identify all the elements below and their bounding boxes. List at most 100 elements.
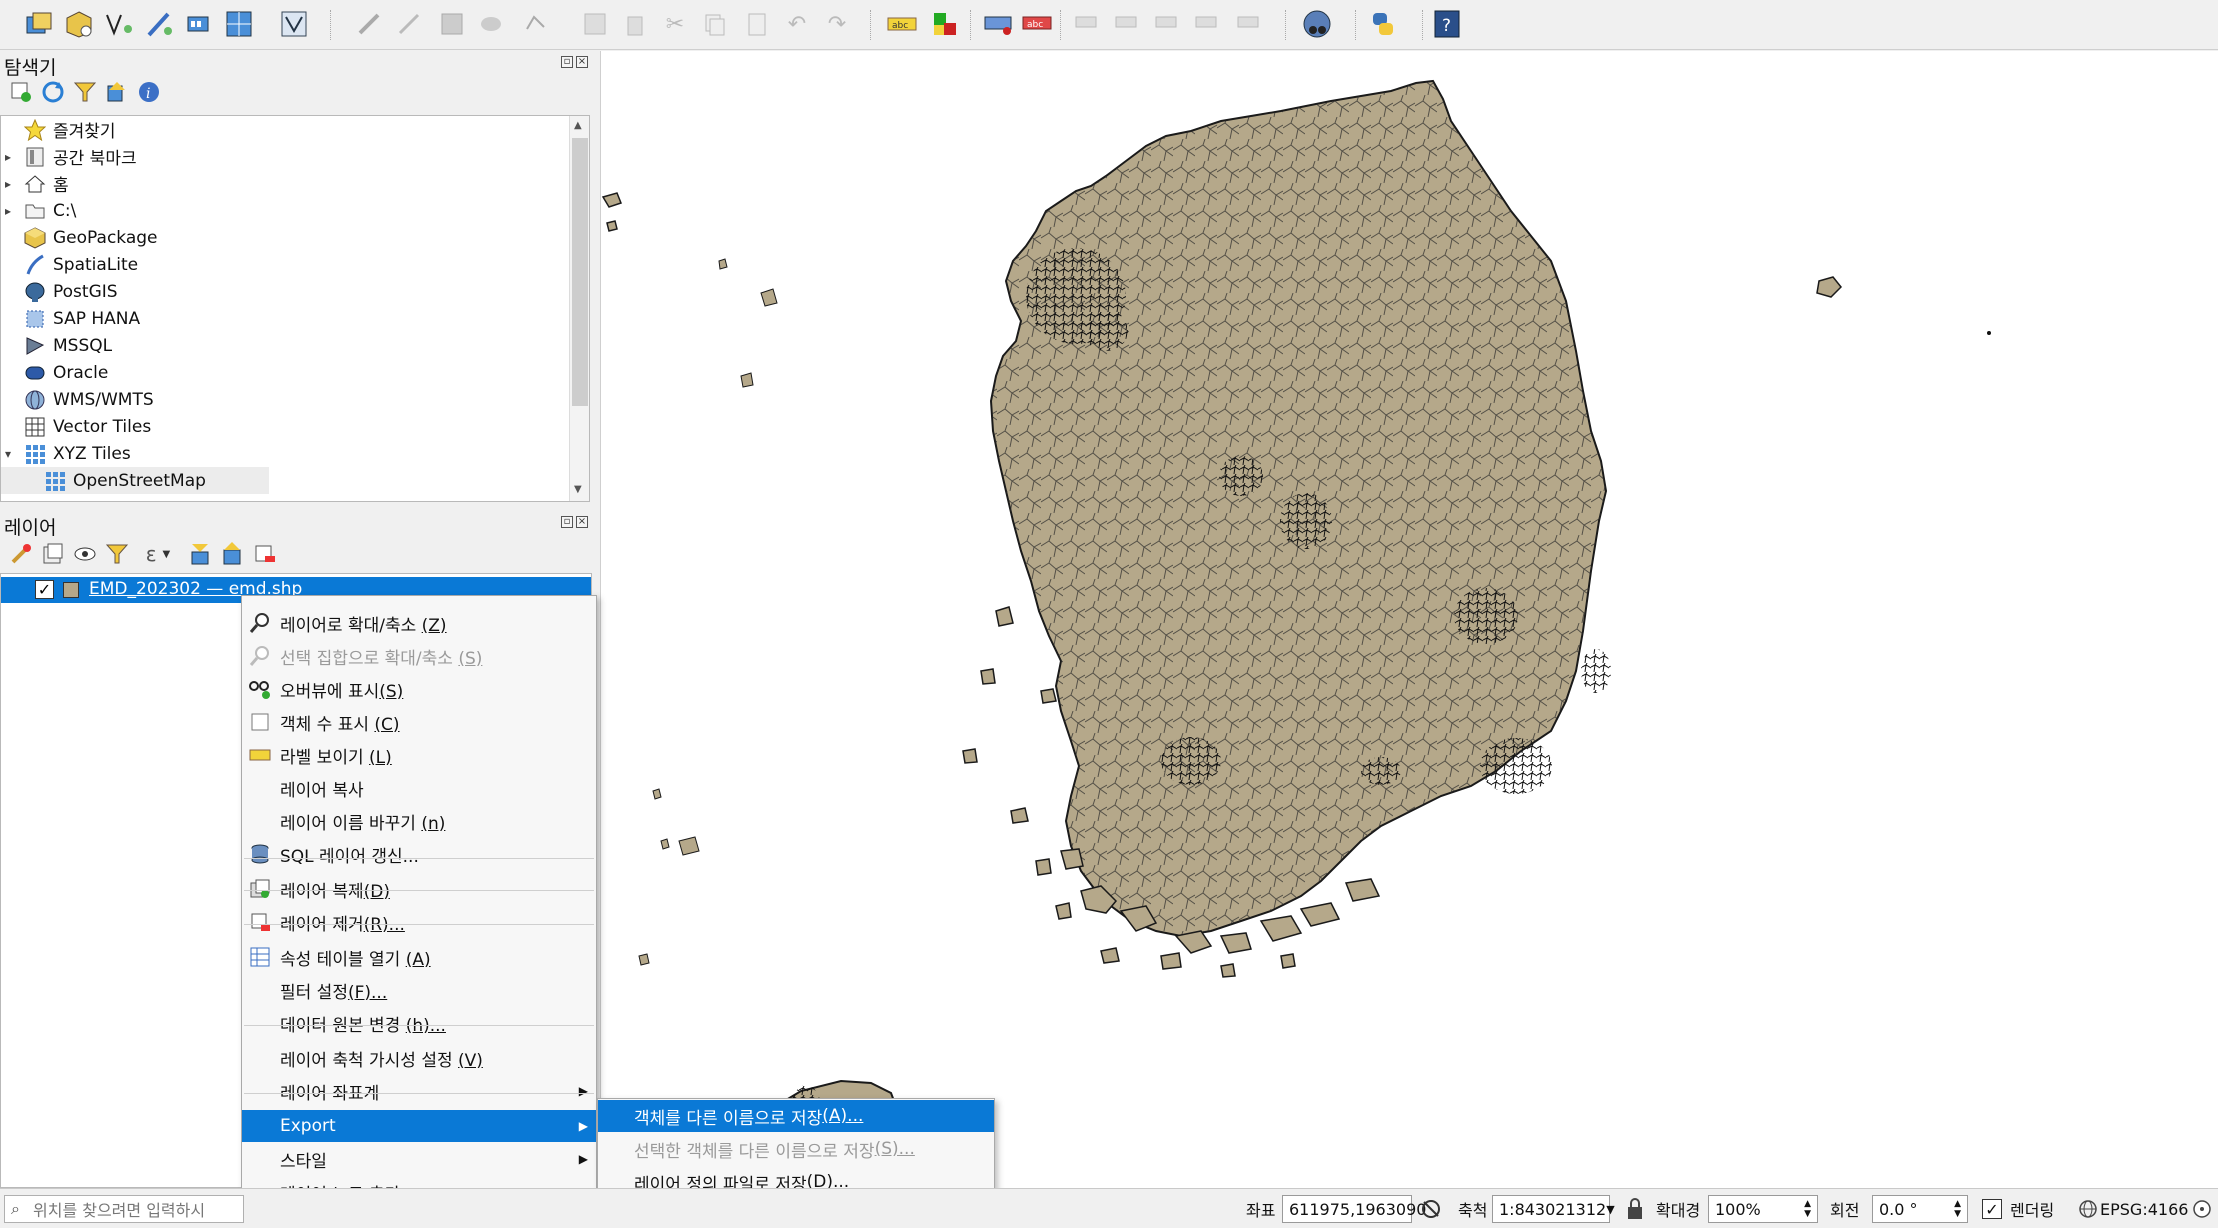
eye-icon[interactable] [1232, 7, 1266, 41]
map-canvas[interactable] [600, 51, 2218, 1188]
filter-legend-icon[interactable] [104, 541, 130, 567]
tree-item[interactable]: ▸ C:\ [1, 197, 561, 224]
tree-item[interactable]: PostGIS [1, 278, 561, 305]
tree-item[interactable]: ▾ XYZ Tiles [1, 440, 561, 467]
context-menu-item[interactable]: 레이어로 확대/축소 (Z) [242, 607, 596, 639]
toggle-extents-icon[interactable] [1420, 1195, 1446, 1223]
tree-item[interactable]: ▸ 공간 북마크 [1, 143, 561, 170]
edit-pencil-icon[interactable] [142, 7, 176, 41]
magnifier-spinbox[interactable]: 100% ▲ ▼ [1708, 1195, 1818, 1223]
change-label-icon[interactable] [1150, 7, 1184, 41]
new-layer-icon[interactable] [22, 7, 56, 41]
context-menu-item[interactable]: Export ▶ [242, 1110, 596, 1142]
crs-label[interactable]: EPSG:4166 [2100, 1195, 2188, 1223]
cut-icon[interactable]: ✂ [658, 7, 692, 41]
undo-icon[interactable]: ↶ [780, 7, 814, 41]
scrollbar[interactable]: ▲ ▼ [569, 116, 589, 501]
locator-search-input[interactable]: ⌕ 위치를 찾으려면 입력하시 [4, 1195, 244, 1223]
expander-arrow-icon[interactable]: ▾ [5, 447, 17, 461]
close-icon[interactable]: × [576, 516, 588, 528]
modify-attr-icon[interactable] [578, 7, 612, 41]
coordinate-field[interactable]: 611975,1963090 [1282, 1195, 1426, 1223]
tree-item[interactable]: SpatiaLite [1, 251, 561, 278]
spin-arrows-icon[interactable]: ▲ ▼ [1804, 1199, 1811, 1219]
context-menu-item[interactable]: 레이어 복사 [242, 772, 596, 804]
metasearch-icon[interactable] [1300, 7, 1334, 41]
context-menu-item[interactable]: 필터 설정(F)... [242, 974, 596, 1006]
scroll-thumb[interactable] [572, 138, 588, 406]
delete-icon[interactable] [618, 7, 652, 41]
tree-item[interactable]: MSSQL [1, 332, 561, 359]
scroll-up-icon[interactable]: ▲ [574, 120, 582, 131]
context-menu-item[interactable]: 속성 테이블 열기 (A) [242, 941, 596, 973]
context-menu-item[interactable]: SQL 레이어 갱신... [242, 838, 596, 870]
tree-item[interactable]: OpenStreetMap [1, 467, 269, 494]
tree-item[interactable]: ▸ 홈 [1, 170, 561, 197]
expander-arrow-icon[interactable]: ▸ [5, 177, 17, 191]
float-panel-icon[interactable]: ▫ [561, 516, 573, 528]
expand-all-icon[interactable] [188, 541, 214, 567]
spin-arrows-icon[interactable]: ▲ ▼ [1954, 1199, 1961, 1219]
add-selected-layers-icon[interactable] [8, 79, 34, 105]
temp-layer-icon[interactable] [182, 7, 216, 41]
paste-icon[interactable] [740, 7, 774, 41]
style-manager-icon[interactable] [8, 541, 34, 567]
show-hide-label-icon[interactable]: abc [1020, 7, 1054, 41]
scale-combobox[interactable]: 1:843021312 ▼ [1492, 1195, 1615, 1223]
help-icon[interactable]: ? [1430, 7, 1464, 41]
tree-item[interactable]: Vector Tiles [1, 413, 561, 440]
context-menu-item[interactable]: 선택 집합으로 확대/축소 (S) [242, 640, 596, 672]
context-menu-item[interactable]: 레이어 복제(D) [242, 873, 596, 905]
context-menu-item[interactable]: 오버뷰에 표시(S) [242, 673, 596, 705]
info-icon[interactable]: i [136, 79, 162, 105]
pencil-icon[interactable] [392, 7, 426, 41]
label-tool-icon[interactable]: abc [885, 7, 919, 41]
python-icon[interactable] [1366, 7, 1400, 41]
pin-label-icon[interactable] [982, 7, 1016, 41]
tree-item[interactable]: 즐겨찾기 [1, 116, 561, 143]
grid-layer-icon[interactable] [222, 7, 256, 41]
filter-icon[interactable] [72, 79, 98, 105]
tree-item[interactable]: WMS/WMTS [1, 386, 561, 413]
export-menu-item[interactable]: 객체를 다른 이름으로 저장 (A)... [598, 1100, 994, 1132]
tree-item[interactable]: SAP HANA [1, 305, 561, 332]
manage-visibility-icon[interactable] [72, 541, 98, 567]
expander-arrow-icon[interactable]: ▸ [5, 204, 17, 218]
diagram-icon[interactable] [928, 7, 962, 41]
scroll-down-icon[interactable]: ▼ [574, 484, 582, 495]
add-feature-icon[interactable] [475, 7, 509, 41]
context-menu-item[interactable]: 레이어 축척 가시성 설정 (V) [242, 1042, 596, 1074]
float-panel-icon[interactable]: ▫ [561, 56, 573, 68]
export-menu-item[interactable]: 선택한 객체를 다른 이름으로 저장 (S)... [598, 1133, 994, 1165]
context-menu-item[interactable]: 스타일 ▶ [242, 1143, 596, 1175]
filter-expression-icon[interactable]: ε ▼ [136, 541, 180, 567]
tree-item[interactable]: Oracle [1, 359, 561, 386]
collapse-all-icon[interactable] [104, 79, 130, 105]
layer-visibility-checkbox[interactable]: ✓ [35, 580, 54, 599]
copy-icon[interactable] [698, 7, 732, 41]
remove-layer-icon[interactable] [252, 541, 278, 567]
context-menu-item[interactable]: 레이어 이름 바꾸기 (n) [242, 805, 596, 837]
save-edits-icon[interactable] [435, 7, 469, 41]
render-checkbox[interactable]: ✓ [1982, 1199, 2002, 1219]
new-geopackage-icon[interactable] [62, 7, 96, 41]
toggle-edit-icon[interactable] [352, 7, 386, 41]
add-group-icon[interactable] [40, 541, 66, 567]
messages-icon[interactable] [2192, 1195, 2214, 1223]
vertex-tool-icon[interactable] [520, 7, 554, 41]
context-menu-item[interactable]: 레이어 좌표계 ▶ [242, 1075, 596, 1107]
digitize-icon[interactable] [102, 7, 136, 41]
context-menu-item[interactable]: 레이어 제거(R)... [242, 906, 596, 938]
rotate-label-icon[interactable] [1110, 7, 1144, 41]
virtual-layer-icon[interactable] [277, 7, 311, 41]
close-icon[interactable]: × [576, 56, 588, 68]
context-menu-item[interactable]: 객체 수 표시 (C) [242, 706, 596, 738]
context-menu-item[interactable]: 라벨 보이기 (L) [242, 739, 596, 771]
globe-icon[interactable] [2078, 1195, 2100, 1223]
redo-icon[interactable]: ↷ [820, 7, 854, 41]
tree-item[interactable]: GeoPackage [1, 224, 561, 251]
context-menu-item[interactable]: 데이터 원본 변경 (h)... [242, 1007, 596, 1039]
rotation-spinbox[interactable]: 0.0 ° ▲ ▼ [1872, 1195, 1968, 1223]
refresh-icon[interactable] [40, 79, 66, 105]
collapse-all-icon[interactable] [220, 541, 246, 567]
